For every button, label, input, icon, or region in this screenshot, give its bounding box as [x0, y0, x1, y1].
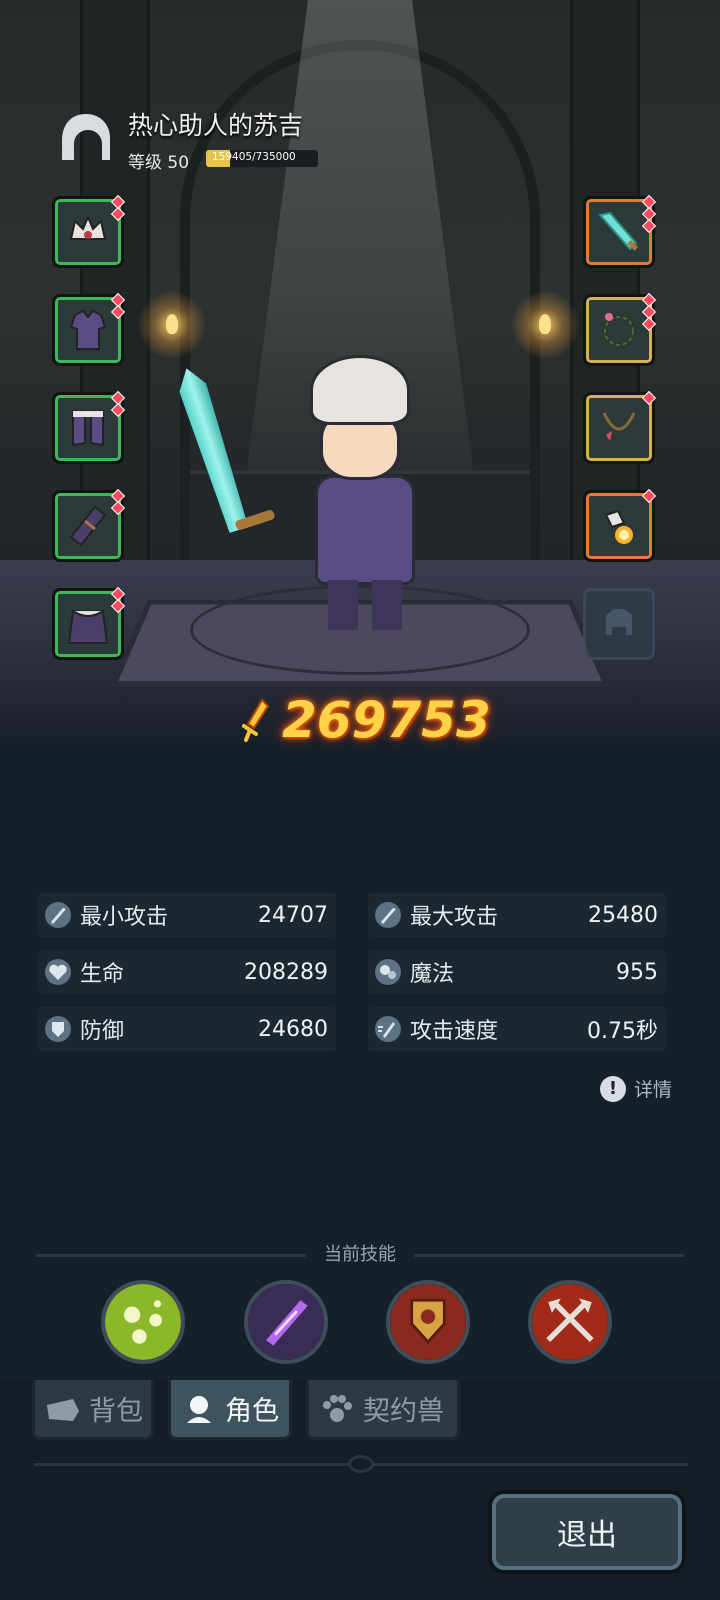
- player-name: 热心助人的苏吉: [128, 111, 304, 140]
- equip-slot-talisman[interactable]: [583, 488, 657, 562]
- stat-defense: 防御 24680: [38, 1007, 336, 1051]
- stat-value: 24707: [258, 902, 328, 928]
- character-icon: [187, 1395, 211, 1423]
- stat-min-attack: 最小攻击 24707: [38, 893, 336, 937]
- exit-label: 退出: [557, 1518, 617, 1553]
- equip-slot-necklace[interactable]: [583, 390, 657, 464]
- skills-title: 当前技能: [324, 1244, 396, 1265]
- flame-talisman-icon: [604, 509, 633, 544]
- stat-max-attack: 最大攻击 25480: [368, 893, 666, 937]
- thorn-ring-icon: [602, 313, 636, 348]
- player-head-icon[interactable]: [56, 108, 116, 168]
- skills-header-line: [36, 1254, 306, 1257]
- sword-icon: [375, 902, 401, 928]
- stat-label: 生命: [80, 962, 125, 987]
- tab-label: 背包: [89, 1396, 143, 1427]
- purple-boots-icon: [72, 410, 104, 447]
- stat-label: 最小攻击: [80, 905, 169, 930]
- power-sword-icon: [242, 698, 270, 742]
- fur-cape-icon: [67, 610, 109, 644]
- bag-icon: [47, 1398, 79, 1421]
- stat-label: 魔法: [410, 962, 455, 987]
- stat-value: 24680: [258, 1016, 328, 1042]
- stat-magic: 魔法 955: [368, 950, 666, 994]
- crystal-sword-icon: [598, 211, 638, 251]
- upgrade-gem-icon: [110, 598, 126, 614]
- player-level: 等级 50: [128, 153, 190, 173]
- upgrade-gem-icon: [110, 500, 126, 516]
- empty-pet-slot-icon: [606, 609, 632, 635]
- left-lamp-icon: [137, 290, 207, 360]
- skills-header: 当前技能: [36, 1240, 684, 1270]
- equip-slot-ring[interactable]: [583, 292, 657, 366]
- green-spores-skill-icon: [105, 1284, 181, 1360]
- stat-label: 防御: [80, 1019, 125, 1044]
- upgrade-gem-icon: [110, 402, 126, 418]
- equip-slot-boots[interactable]: [52, 390, 126, 464]
- speed-sword-icon: [375, 1016, 401, 1042]
- paw-icon: [323, 1394, 352, 1422]
- equip-slot-bracer[interactable]: [52, 488, 126, 562]
- tab-contract-beast[interactable]: 契约兽: [306, 1380, 460, 1440]
- equip-slot-armor[interactable]: [52, 292, 126, 366]
- stat-health: 生命 208289: [38, 950, 336, 994]
- right-lamp-icon: [510, 290, 580, 360]
- tab-character[interactable]: 角色: [168, 1380, 292, 1440]
- xp-text: 159405/735000: [212, 151, 296, 163]
- hero-helmet: [310, 355, 410, 425]
- stat-label: 攻击速度: [410, 1019, 499, 1044]
- upgrade-gem-icon: [110, 304, 126, 320]
- heart-icon: [45, 959, 71, 985]
- upgrade-gem-icon: [641, 316, 657, 332]
- stat-value: 208289: [244, 959, 328, 985]
- purple-blade-skill-icon: [248, 1284, 324, 1360]
- equip-slot-helmet[interactable]: [52, 194, 126, 268]
- combat-power: 269753: [240, 690, 491, 750]
- skill-slot-1[interactable]: [101, 1280, 185, 1364]
- stat-value: 955: [616, 959, 658, 985]
- tab-label: 角色: [225, 1396, 279, 1427]
- details-label: 详情: [634, 1079, 673, 1101]
- purple-armor-icon: [69, 309, 107, 350]
- gem-necklace-icon: [602, 412, 636, 441]
- bracer-icon: [69, 505, 107, 547]
- sword-icon: [45, 902, 71, 928]
- magic-orb-icon: [375, 959, 401, 985]
- tab-label: 契约兽: [363, 1396, 444, 1427]
- hero-body: [315, 475, 415, 585]
- stat-value: 25480: [588, 902, 658, 928]
- skills-header-line: [414, 1254, 684, 1257]
- tab-bag[interactable]: 背包: [32, 1380, 154, 1440]
- exit-button[interactable]: 退出: [488, 1490, 686, 1574]
- skill-slot-4[interactable]: [528, 1280, 612, 1364]
- left-pillar: [80, 0, 150, 560]
- stat-attack-speed: 攻击速度 0.75秒: [368, 1007, 666, 1051]
- crossed-axes-skill-icon: [532, 1284, 608, 1360]
- hero-legs: [328, 580, 402, 630]
- hero-character: [280, 340, 450, 640]
- skill-slot-3[interactable]: [386, 1280, 470, 1364]
- stat-value: 0.75秒: [587, 1019, 658, 1044]
- equip-slot-weapon[interactable]: [583, 194, 657, 268]
- details-button[interactable]: ! 详情: [600, 1075, 672, 1102]
- equip-slot-cape[interactable]: [52, 586, 126, 660]
- info-icon: !: [600, 1075, 626, 1102]
- stat-label: 最大攻击: [410, 905, 499, 930]
- crest-shield-skill-icon: [390, 1284, 466, 1360]
- upgrade-gem-icon: [110, 206, 126, 222]
- divider-ornament: [348, 1455, 374, 1473]
- shield-icon: [45, 1016, 71, 1042]
- right-pillar: [570, 0, 640, 560]
- upgrade-gem-icon: [641, 218, 657, 234]
- skill-slot-2[interactable]: [244, 1280, 328, 1364]
- panel-divider: [34, 1455, 688, 1473]
- equip-slot-pet[interactable]: [583, 588, 655, 660]
- combat-power-value: 269753: [282, 691, 491, 749]
- horned-helmet-icon: [69, 214, 107, 240]
